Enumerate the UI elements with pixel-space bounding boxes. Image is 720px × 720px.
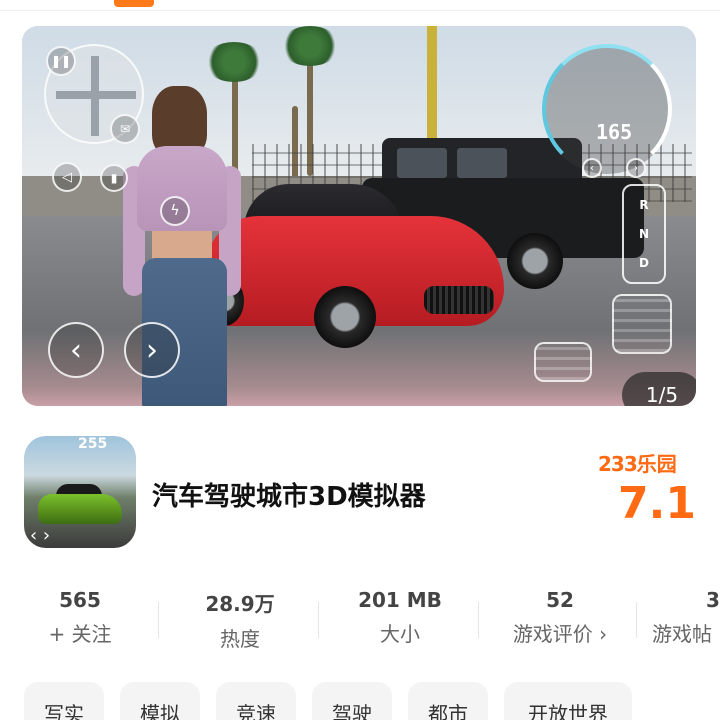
tag-chip[interactable]: 竞速 bbox=[216, 682, 296, 720]
active-tab-indicator bbox=[114, 0, 154, 7]
arrow-right-icon: › bbox=[626, 158, 646, 178]
stat-label: + 关注 bbox=[48, 622, 112, 646]
stat-label: 大小 bbox=[380, 622, 420, 646]
red-sports-car bbox=[204, 176, 504, 356]
stat-label: 游戏帖 bbox=[652, 622, 712, 646]
tag-chip[interactable]: 开放世界 bbox=[504, 682, 632, 720]
stat-divider bbox=[158, 602, 159, 638]
tag-chip[interactable]: 都市 bbox=[408, 682, 488, 720]
stats-row: 565 + 关注 28.9万 热度 201 MB 大小 52 游戏评价 › 3 … bbox=[0, 588, 720, 658]
stat-label: 热度 bbox=[220, 627, 260, 651]
app-icon-arrows: ‹ › bbox=[30, 525, 51, 546]
stat-label: 游戏评价 › bbox=[512, 622, 608, 646]
stat-reviews[interactable]: 52 游戏评价 › bbox=[480, 588, 640, 647]
brand-logo: 233乐园 bbox=[598, 448, 677, 477]
scene-palm-leaves bbox=[204, 42, 264, 82]
speed-readout: 165 bbox=[596, 120, 633, 144]
gas-pedal bbox=[612, 294, 672, 354]
stat-value: 565 bbox=[59, 588, 101, 612]
gear-n: N bbox=[638, 226, 650, 241]
chat-icon: ✉ bbox=[110, 114, 140, 144]
steer-left-icon: ‹ bbox=[48, 322, 104, 378]
horn-icon: ◁ bbox=[52, 162, 82, 192]
stat-size: 201 MB 大小 bbox=[320, 588, 480, 647]
gear-d: D bbox=[639, 256, 649, 271]
arrow-left-icon: ‹ bbox=[582, 158, 602, 178]
pause-icon: ❚❚ bbox=[46, 46, 76, 76]
app-icon-number: 255 bbox=[78, 436, 108, 452]
brand-name: 乐园 bbox=[636, 452, 677, 476]
app-icon[interactable]: 255 ‹ › bbox=[24, 436, 136, 548]
stat-divider bbox=[478, 602, 479, 638]
stat-divider bbox=[318, 602, 319, 638]
stat-value: 52 bbox=[546, 588, 574, 612]
app-icon-car bbox=[38, 494, 122, 524]
brake-pedal bbox=[534, 342, 592, 382]
screenshot-gallery[interactable]: ❚❚ ✉ ◁ ▮ ϟ 165 ‹ › R N D ‹ › 1/5 bbox=[22, 26, 696, 406]
stat-follow[interactable]: 565 + 关注 bbox=[0, 588, 160, 647]
brand-number: 233 bbox=[598, 452, 638, 476]
top-divider bbox=[0, 10, 720, 11]
rating-score: 7.1 bbox=[618, 478, 696, 529]
tag-chip[interactable]: 写实 bbox=[24, 682, 104, 720]
gallery-counter: 1/5 bbox=[622, 372, 696, 406]
stat-heat: 28.9万 热度 bbox=[160, 588, 320, 652]
speedometer bbox=[542, 44, 672, 174]
stat-value: 3 bbox=[706, 588, 720, 612]
gear-r: R bbox=[639, 197, 649, 212]
app-title: 汽车驾驶城市3D模拟器 bbox=[152, 482, 426, 512]
stat-divider bbox=[636, 602, 637, 638]
gear-selector: R N D bbox=[622, 184, 666, 284]
door-icon: ▮ bbox=[100, 164, 128, 192]
steer-right-icon: › bbox=[124, 322, 180, 378]
scene-palm-leaves bbox=[280, 26, 340, 66]
stat-value: 28.9万 bbox=[205, 592, 275, 616]
nitro-icon: ϟ bbox=[160, 196, 190, 226]
tag-chip[interactable]: 驾驶 bbox=[312, 682, 392, 720]
stat-posts[interactable]: 3 游戏帖 bbox=[640, 588, 720, 647]
stat-value: 201 MB bbox=[358, 588, 442, 612]
tag-chip[interactable]: 模拟 bbox=[120, 682, 200, 720]
scene-pole bbox=[427, 26, 437, 146]
